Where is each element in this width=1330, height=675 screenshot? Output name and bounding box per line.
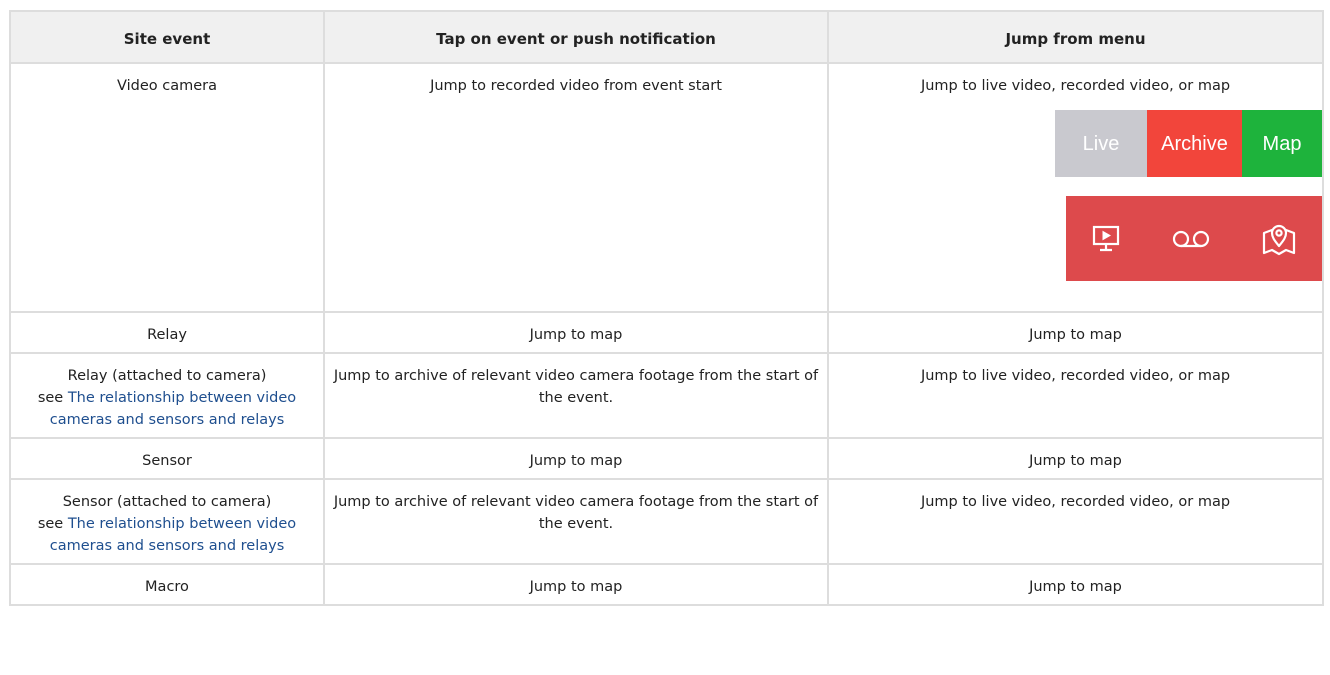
tap-action-cell: Jump to map <box>323 563 829 606</box>
live-segment[interactable]: Live <box>1055 110 1147 177</box>
site-event-cell: Relay (attached to camera) see The relat… <box>9 352 325 439</box>
tap-action-cell: Jump to archive of relevant video camera… <box>323 352 829 439</box>
table-row: Sensor Jump to map Jump to map <box>9 437 1324 480</box>
see-prefix: see <box>37 516 64 532</box>
menu-action-cell: Jump to map <box>827 311 1324 354</box>
site-event-cell: Macro <box>9 563 325 606</box>
live-video-monitor-icon[interactable] <box>1091 224 1121 254</box>
menu-action-cell: Jump to live video, recorded video, or m… <box>827 478 1324 565</box>
see-prefix: see <box>37 390 64 406</box>
tap-action-cell: Jump to recorded video from event start <box>323 62 829 313</box>
menu-action-cell: Jump to map <box>827 563 1324 606</box>
site-event-cell: Sensor <box>9 437 325 480</box>
table-row: Sensor (attached to camera) see The rela… <box>9 478 1324 565</box>
menu-action-cell: Jump to map <box>827 437 1324 480</box>
relationship-doc-link[interactable]: The relationship between video cameras a… <box>50 516 296 554</box>
map-pin-icon[interactable] <box>1261 222 1297 256</box>
archive-voicemail-icon[interactable] <box>1171 227 1211 251</box>
header-row: Site event Tap on event or push notifica… <box>9 10 1324 64</box>
live-archive-map-segmented-control[interactable]: Live Archive Map <box>1055 110 1322 177</box>
menu-action-cell: Jump to live video, recorded video, or m… <box>827 62 1324 313</box>
site-event-cell: Video camera <box>9 62 325 313</box>
action-icon-bar <box>1066 196 1322 281</box>
site-event-label: Sensor (attached to camera) <box>62 494 272 510</box>
site-event-label: Relay (attached to camera) <box>67 368 267 384</box>
tap-action-cell: Jump to archive of relevant video camera… <box>323 478 829 565</box>
table-row: Relay Jump to map Jump to map <box>9 311 1324 354</box>
site-event-cell: Sensor (attached to camera) see The rela… <box>9 478 325 565</box>
table-row: Macro Jump to map Jump to map <box>9 563 1324 606</box>
menu-action-cell: Jump to live video, recorded video, or m… <box>827 352 1324 439</box>
map-segment[interactable]: Map <box>1242 110 1322 177</box>
header-jump-from-menu: Jump from menu <box>827 10 1324 64</box>
tap-action-cell: Jump to map <box>323 437 829 480</box>
events-table: Site event Tap on event or push notifica… <box>9 10 1324 606</box>
relationship-doc-link[interactable]: The relationship between video cameras a… <box>50 390 296 428</box>
menu-action-text: Jump to live video, recorded video, or m… <box>920 78 1231 94</box>
table-row: Relay (attached to camera) see The relat… <box>9 352 1324 439</box>
header-site-event: Site event <box>9 10 325 64</box>
table-row: Video camera Jump to recorded video from… <box>9 62 1324 313</box>
site-event-cell: Relay <box>9 311 325 354</box>
archive-segment[interactable]: Archive <box>1147 110 1242 177</box>
header-tap-on-event: Tap on event or push notification <box>323 10 829 64</box>
tap-action-cell: Jump to map <box>323 311 829 354</box>
